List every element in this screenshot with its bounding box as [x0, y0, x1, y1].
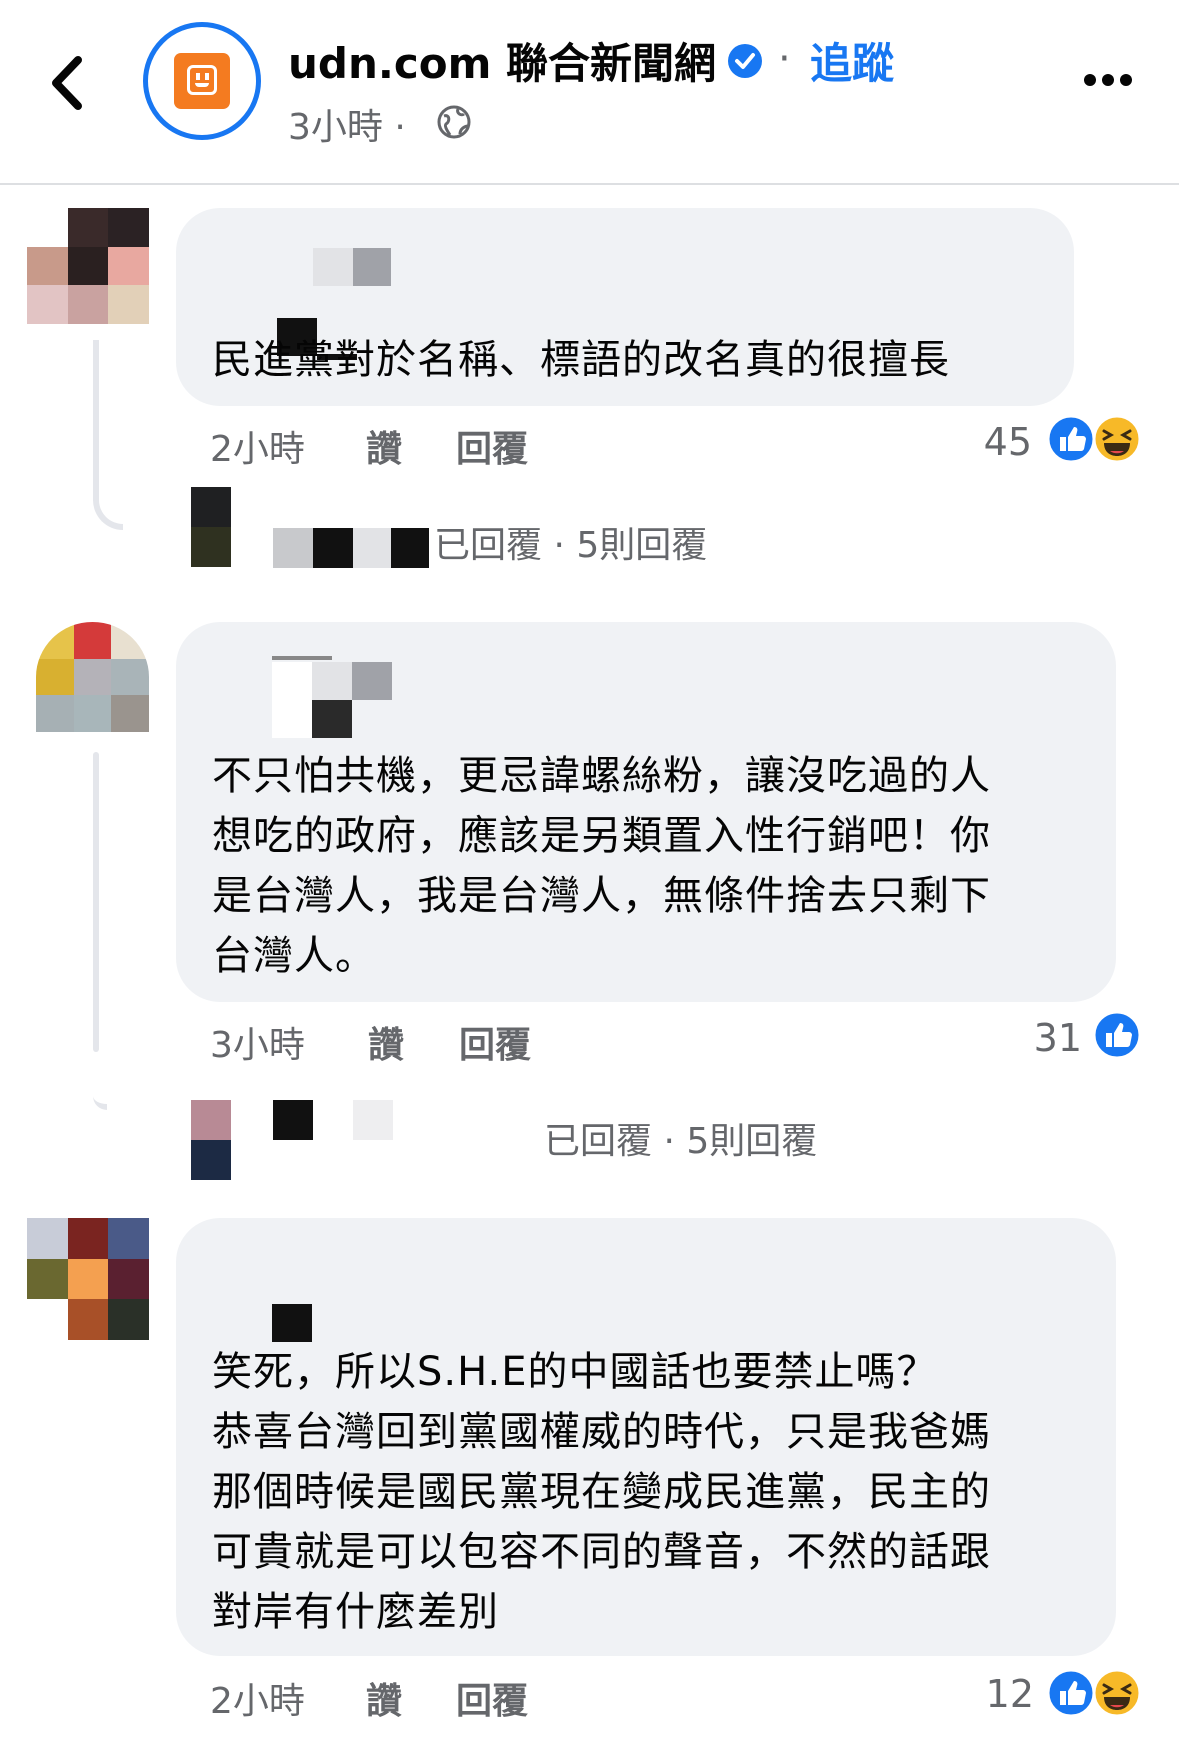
- reply-avatar[interactable]: [191, 1100, 231, 1180]
- like-reaction-icon: [1046, 414, 1096, 464]
- comment-time: 2小時: [210, 429, 305, 470]
- like-button[interactable]: 讚: [368, 1016, 404, 1068]
- reaction-count[interactable]: 31: [1010, 1016, 1082, 1060]
- reply-button[interactable]: 回覆: [456, 420, 528, 472]
- follow-button[interactable]: 追蹤: [810, 30, 894, 91]
- commenter-name-redacted: [272, 1304, 312, 1342]
- separator-dot: ·: [778, 36, 791, 82]
- view-replies-link[interactable]: 已回覆 · 5則回覆: [544, 1112, 817, 1164]
- comment-line: 可貴就是可以包容不同的聲音，不然的話跟: [212, 1529, 991, 1575]
- haha-reaction-icon: [1092, 1668, 1142, 1718]
- reply-button[interactable]: 回覆: [459, 1016, 531, 1068]
- comment-line: 恭喜台灣回到黨國權威的時代，只是我爸媽: [212, 1409, 991, 1455]
- page-name[interactable]: udn.com 聯合新聞網: [288, 30, 716, 91]
- post-timestamp: 3小時 ·: [288, 107, 406, 148]
- comment-text: 民進黨對於名稱、標語的改名真的很擅長: [212, 337, 950, 383]
- like-reaction-icon: [1092, 1010, 1142, 1060]
- thread-connector: [93, 1040, 107, 1110]
- post-header: udn.com 聯合新聞網 · 追蹤 3小時 ·: [0, 0, 1179, 185]
- comment-bubble: 笑死，所以S.H.E的中國話也要禁止嗎？ 恭喜台灣回到黨國權威的時代，只是我爸媽…: [176, 1218, 1116, 1656]
- replier-name-redacted: [273, 528, 429, 568]
- commenter-name-redacted: [277, 242, 391, 360]
- thread-connector: [93, 340, 123, 530]
- page-avatar[interactable]: [143, 22, 261, 140]
- haha-reaction-icon: [1092, 414, 1142, 464]
- comment-time: 3小時: [210, 1025, 305, 1066]
- reply-button[interactable]: 回覆: [456, 1672, 528, 1724]
- commenter-avatar[interactable]: [36, 622, 149, 732]
- view-replies-link[interactable]: 已回覆 · 5則回覆: [434, 516, 707, 568]
- comment-line: 是台灣人，我是台灣人，無條件捨去只剩下: [212, 873, 991, 919]
- reaction-count[interactable]: 45: [960, 420, 1032, 464]
- udn-logo-icon: [174, 53, 230, 109]
- like-button[interactable]: 讚: [366, 420, 402, 472]
- like-reaction-icon: [1046, 1668, 1096, 1718]
- comment-bubble: 民進黨對於名稱、標語的改名真的很擅長: [176, 208, 1074, 406]
- globe-icon: [436, 104, 472, 140]
- logo-face: [187, 65, 217, 95]
- comment-text: 不只怕共機，更忌諱螺絲粉，讓沒吃過的人 想吃的政府，應該是另類置入性行銷吧！你 …: [212, 746, 1092, 986]
- reaction-count[interactable]: 12: [962, 1672, 1034, 1716]
- back-button[interactable]: [40, 48, 100, 118]
- thread-connector: [93, 752, 99, 1052]
- verified-badge-icon: [726, 42, 764, 80]
- more-dots-icon: [1084, 74, 1132, 86]
- chevron-left-icon: [52, 56, 82, 110]
- comment-bubble: 不只怕共機，更忌諱螺絲粉，讓沒吃過的人 想吃的政府，應該是另類置入性行銷吧！你 …: [176, 622, 1116, 1002]
- replier-name-redacted: [273, 1100, 395, 1140]
- comment-text: 笑死，所以S.H.E的中國話也要禁止嗎？ 恭喜台灣回到黨國權威的時代，只是我爸媽…: [212, 1342, 1092, 1642]
- comment-line: 台灣人。: [212, 933, 376, 979]
- comment-line: 對岸有什麼差別: [212, 1589, 499, 1635]
- reply-avatar[interactable]: [191, 487, 231, 567]
- comment-time: 2小時: [210, 1681, 305, 1722]
- like-button[interactable]: 讚: [366, 1672, 402, 1724]
- comment-line: 不只怕共機，更忌諱螺絲粉，讓沒吃過的人: [212, 753, 991, 799]
- comment-line: 那個時候是國民黨現在變成民進黨，民主的: [212, 1469, 991, 1515]
- more-options-button[interactable]: [1080, 60, 1136, 100]
- comment-line: 笑死，所以S.H.E的中國話也要禁止嗎？: [212, 1349, 938, 1395]
- commenter-avatar[interactable]: [27, 1218, 149, 1340]
- comment-line: 想吃的政府，應該是另類置入性行銷吧！你: [212, 813, 991, 859]
- commenter-avatar[interactable]: [27, 208, 149, 324]
